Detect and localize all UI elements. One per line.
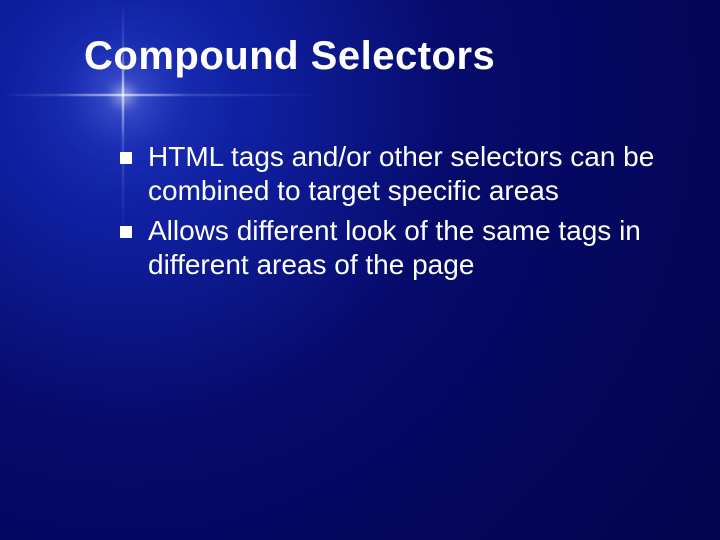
bullet-text: Allows different look of the same tags i… bbox=[148, 214, 660, 282]
square-bullet-icon bbox=[120, 152, 132, 164]
bullet-item: HTML tags and/or other selectors can be … bbox=[120, 140, 660, 208]
lens-flare-center bbox=[123, 95, 124, 96]
lens-flare-horizontal bbox=[0, 94, 720, 96]
slide: Compound Selectors HTML tags and/or othe… bbox=[0, 0, 720, 540]
slide-body: HTML tags and/or other selectors can be … bbox=[120, 140, 660, 289]
bullet-item: Allows different look of the same tags i… bbox=[120, 214, 660, 282]
square-bullet-icon bbox=[120, 226, 132, 238]
bullet-text: HTML tags and/or other selectors can be … bbox=[148, 140, 660, 208]
slide-title: Compound Selectors bbox=[84, 34, 495, 79]
